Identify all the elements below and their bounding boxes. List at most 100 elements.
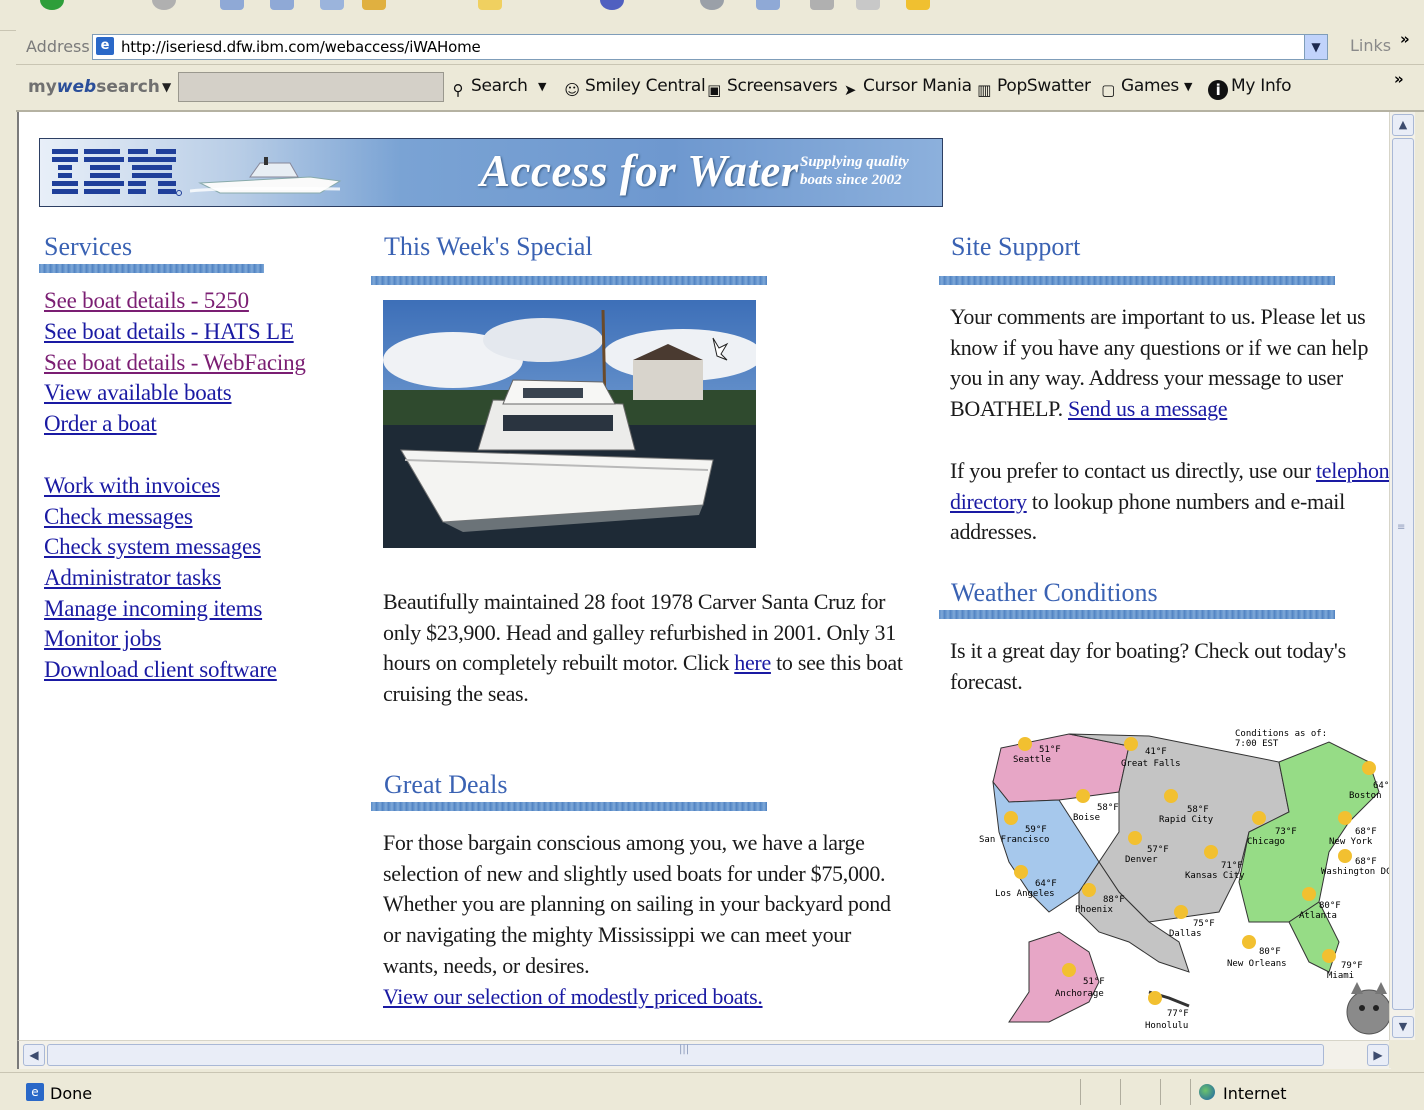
weather-rule [939,610,1335,619]
smiley-icon: ☺ [564,81,580,99]
vertical-scroll-thumb[interactable] [1392,138,1414,1010]
address-input[interactable]: e http://iseriesd.dfw.ibm.com/webaccess/… [92,34,1328,60]
svg-text:Honolulu: Honolulu [1145,1021,1188,1031]
map-header-2: 7:00 EST [1235,739,1279,749]
print-icon[interactable] [810,0,834,10]
toolbar-search-input[interactable] [178,72,444,102]
scroll-right-icon[interactable]: ▶ [1367,1044,1389,1066]
svg-text:Anchorage: Anchorage [1055,989,1104,999]
status-bar: e Done Internet [0,1072,1424,1110]
svg-text:59°F: 59°F [1025,825,1047,835]
special-boat-photo [383,300,756,548]
address-bar: Address e http://iseriesd.dfw.ibm.com/we… [16,30,1424,65]
url-text[interactable]: http://iseriesd.dfw.ibm.com/webaccess/iW… [121,38,481,56]
toolbar-games[interactable]: ▢ Games [1098,76,1179,100]
nav-system-messages[interactable]: Check system messages [44,534,261,560]
weather-map[interactable]: Conditions as of: 7:00 EST 51°F Seattle 4… [949,722,1391,1040]
scroll-down-icon[interactable]: ▼ [1392,1016,1414,1038]
svg-text:51°F: 51°F [1039,745,1061,755]
games-dropdown-icon[interactable]: ▼ [1184,80,1192,93]
forward-icon[interactable] [152,0,176,10]
search-pane-icon[interactable] [362,0,386,10]
nav-admin-tasks[interactable]: Administrator tasks [44,565,221,591]
banner-title: Access for Water [480,146,799,196]
media-icon[interactable] [600,0,624,10]
svg-text:88°F: 88°F [1103,895,1125,905]
mywebsearch-brand[interactable]: mywebsearch [28,77,160,97]
weather-cat-logo [1346,982,1391,1035]
status-text: Done [50,1084,93,1103]
svg-text:79°F: 79°F [1341,961,1363,971]
deals-description: For those bargain conscious among you, w… [383,830,891,1009]
svg-text:Los Angeles: Los Angeles [995,889,1055,899]
special-description: Beautifully maintained 28 foot 1978 Carv… [383,589,903,707]
support-paragraph-1: Your comments are important to us. Pleas… [950,304,1369,422]
mail-icon[interactable] [756,0,780,10]
vertical-scrollbar[interactable]: ▲ ≡ ▼ [1389,112,1415,1040]
toolbar-search-button[interactable]: ⚲ Search [448,76,528,100]
stop-icon[interactable] [220,0,244,10]
modestly-priced-boats-link[interactable]: View our selection of modestly priced bo… [383,984,763,1009]
scroll-up-icon[interactable]: ▲ [1392,114,1414,136]
home-icon[interactable] [320,0,344,10]
folder-icon[interactable] [906,0,930,10]
svg-text:Boston: Boston [1349,791,1382,801]
favorites-icon[interactable] [478,0,502,10]
internet-zone-icon [1199,1084,1215,1100]
city-new-orleans: 80°F New Orleans [1227,935,1287,969]
city-washington-dc: 68°FWashington DC [1321,849,1391,877]
svg-text:64°F: 64°F [1035,879,1057,889]
horizontal-scrollbar[interactable]: ◀ ||| ▶ [17,1040,1391,1069]
nav-monitor-jobs[interactable]: Monitor jobs [44,626,161,652]
nav-check-messages[interactable]: Check messages [44,504,193,530]
services-heading: Services [44,232,133,261]
svg-text:71°F: 71°F [1221,861,1243,871]
svg-text:Atlanta: Atlanta [1299,911,1337,921]
nav-boat-details-5250[interactable]: See boat details - 5250 [44,288,249,314]
svg-text:Rapid City: Rapid City [1159,815,1214,825]
svg-text:Denver: Denver [1125,855,1158,865]
cursor-icon: ➤ [843,81,857,99]
back-icon[interactable] [40,0,64,10]
vertical-grip-icon: ≡ [1397,522,1406,533]
toolbar-popswatter[interactable]: ▥ PopSwatter [974,76,1091,100]
nav-download-client[interactable]: Download client software [44,657,277,683]
links-label[interactable]: Links [1350,36,1391,55]
nav-incoming-items[interactable]: Manage incoming items [44,596,262,622]
nav-boat-details-hats[interactable]: See boat details - HATS LE [44,319,294,345]
site-banner: Access for Water Supplying quality boats … [39,138,943,207]
popswatter-icon: ▥ [977,81,991,99]
history-icon[interactable] [700,0,724,10]
toolbar-screensavers[interactable]: ▣ Screensavers [704,76,838,100]
scrollbar-corner [1389,1040,1414,1068]
map-header-1: Conditions as of: [1235,729,1327,739]
address-dropdown-icon[interactable]: ▼ [1304,35,1327,59]
search-dropdown-icon[interactable]: ▼ [538,80,546,93]
svg-text:New York: New York [1329,837,1373,847]
links-chevron-icon[interactable]: » [1400,30,1410,48]
edit-icon[interactable] [856,0,880,10]
brand-dropdown-icon[interactable]: ▼ [162,80,171,94]
svg-text:73°F: 73°F [1275,827,1297,837]
svg-text:New Orleans: New Orleans [1227,959,1287,969]
special-rule [371,276,767,285]
nav-view-available-boats[interactable]: View available boats [44,380,232,406]
support-paragraph-2: If you prefer to contact us directly, us… [950,456,1391,548]
nav-order-boat[interactable]: Order a boat [44,411,157,437]
special-here-link[interactable]: here [734,650,771,675]
svg-text:80°F: 80°F [1319,901,1341,911]
nav-invoices[interactable]: Work with invoices [44,473,220,499]
svg-text:Phoenix: Phoenix [1075,905,1114,915]
toolbar-smiley-central[interactable]: ☺ Smiley Central [562,76,705,100]
status-divider [1080,1079,1081,1105]
svg-text:68°F: 68°F [1355,857,1377,867]
toolbar-chevron-icon[interactable]: » [1394,70,1404,88]
scroll-left-icon[interactable]: ◀ [23,1044,45,1066]
toolbar-cursor-mania[interactable]: ➤ Cursor Mania [840,76,972,100]
refresh-icon[interactable] [270,0,294,10]
send-message-link[interactable]: Send us a message [1068,396,1228,421]
toolbar-my-info[interactable]: i My Info [1208,76,1292,100]
svg-text:Miami: Miami [1327,971,1354,981]
nav-boat-details-webfacing[interactable]: See boat details - WebFacing [44,350,306,376]
svg-text:68°F: 68°F [1355,827,1377,837]
